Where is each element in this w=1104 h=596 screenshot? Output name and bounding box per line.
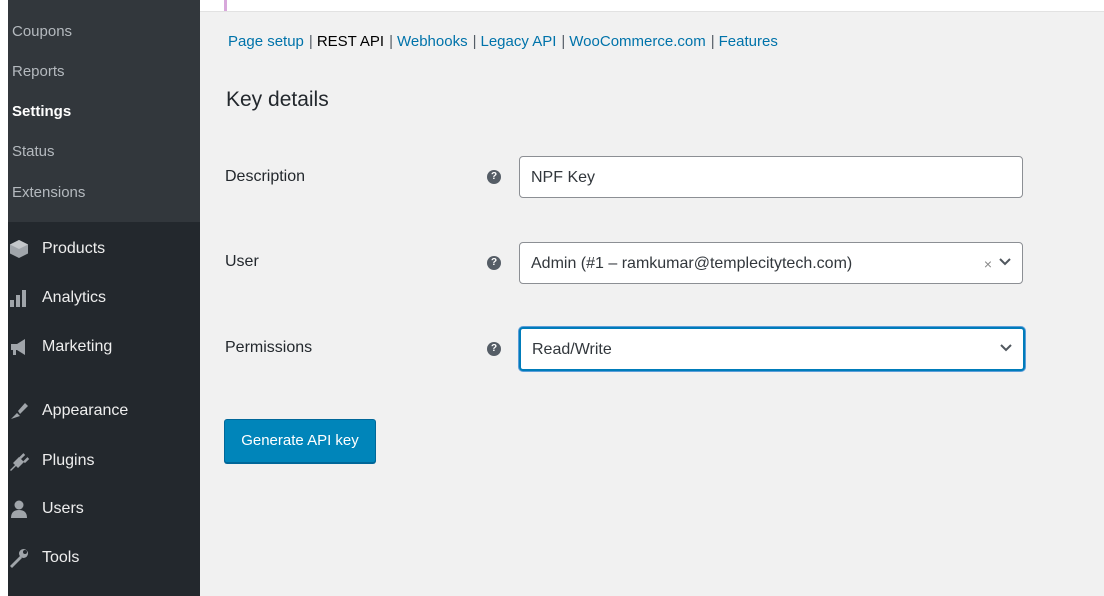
subnav-page-setup[interactable]: Page setup: [228, 33, 304, 50]
sidebar-item-label: Marketing: [42, 338, 113, 355]
header-bar: [200, 0, 1104, 12]
sidebar-item-label: Analytics: [42, 289, 107, 306]
submenu-item-extensions[interactable]: Extensions: [12, 184, 85, 202]
sidebar-item-label: Products: [42, 240, 106, 257]
submenu-item-reports[interactable]: Reports: [12, 63, 65, 81]
submenu-item-settings[interactable]: Settings: [12, 103, 71, 121]
page-title: Key details: [226, 88, 329, 111]
woocommerce-submenu: Coupons Reports Settings Status Extensio…: [8, 0, 200, 222]
permissions-help-icon[interactable]: ?: [487, 342, 501, 356]
description-value: NPF Key: [531, 169, 596, 186]
permissions-label: Permissions: [225, 339, 313, 356]
submenu-item-coupons[interactable]: Coupons: [12, 23, 72, 41]
subnav-legacy-api[interactable]: Legacy API: [481, 33, 557, 50]
description-input[interactable]: NPF Key: [519, 156, 1023, 198]
users-icon: [11, 500, 27, 518]
permissions-select[interactable]: Read/Write: [519, 327, 1025, 371]
chevron-down-icon[interactable]: [998, 257, 1012, 267]
sidebar-item-appearance[interactable]: Appearance: [8, 393, 200, 429]
tools-icon: [10, 549, 28, 568]
plugins-icon: [10, 453, 30, 471]
sidebar-item-label: Tools: [42, 549, 80, 566]
subnav-features[interactable]: Features: [719, 33, 778, 50]
admin-sidebar: Coupons Reports Settings Status Extensio…: [8, 0, 200, 596]
subnav-webhooks[interactable]: Webhooks: [397, 33, 468, 50]
analytics-icon: [10, 290, 26, 307]
subnav-separator: |: [561, 33, 566, 50]
sidebar-item-analytics[interactable]: Analytics: [8, 280, 200, 316]
description-help-icon[interactable]: ?: [487, 170, 501, 184]
subnav-separator: |: [308, 33, 313, 50]
left-edge: [0, 0, 8, 596]
user-label: User: [225, 253, 259, 270]
app-window: Coupons Reports Settings Status Extensio…: [0, 0, 1104, 596]
sidebar-item-label: Plugins: [42, 452, 95, 469]
user-help-icon[interactable]: ?: [487, 256, 501, 270]
sidebar-item-label: Appearance: [42, 402, 129, 419]
appearance-icon: [11, 403, 28, 419]
sidebar-item-plugins[interactable]: Plugins: [8, 443, 200, 479]
description-label: Description: [225, 168, 306, 185]
chevron-down-icon[interactable]: [999, 343, 1013, 353]
settings-subnav: Page setup | REST API | Webhooks | Legacy API |…: [228, 33, 778, 51]
submenu-item-status[interactable]: Status: [12, 143, 55, 161]
sidebar-item-users[interactable]: Users: [8, 491, 200, 527]
sidebar-item-tools[interactable]: Tools: [8, 540, 200, 576]
products-icon: [10, 240, 28, 258]
user-value: Admin (#1 – ramkumar@templecitytech.com): [531, 255, 853, 272]
clear-icon[interactable]: ×: [984, 254, 992, 274]
subnav-separator: |: [710, 33, 715, 50]
sidebar-item-products[interactable]: Products: [8, 231, 200, 267]
subnav-separator: |: [389, 33, 393, 50]
header-accent: [224, 0, 227, 11]
sidebar-item-label: Users: [42, 500, 84, 517]
subnav-woocommerce-com[interactable]: WooCommerce.com: [569, 33, 705, 50]
generate-api-key-button[interactable]: Generate API key: [224, 419, 376, 463]
sidebar-item-marketing[interactable]: Marketing: [8, 329, 200, 365]
subnav-rest-api[interactable]: REST API: [317, 33, 384, 50]
marketing-icon: [11, 339, 25, 355]
user-select[interactable]: Admin (#1 – ramkumar@templecitytech.com)…: [519, 242, 1023, 284]
permissions-value: Read/Write: [532, 341, 612, 358]
subnav-separator: |: [472, 33, 477, 50]
